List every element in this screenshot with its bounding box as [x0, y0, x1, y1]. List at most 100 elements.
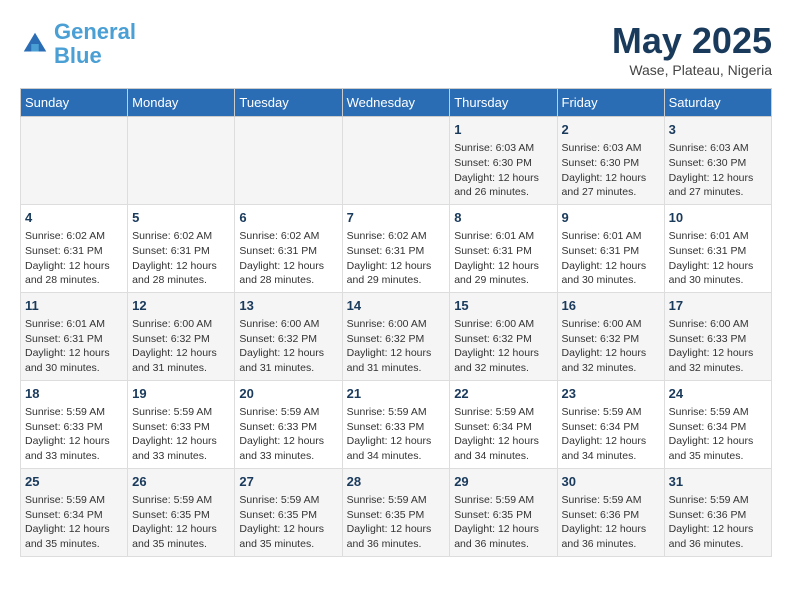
- calendar-cell: 27Sunrise: 5:59 AM Sunset: 6:35 PM Dayli…: [235, 468, 342, 556]
- logo-text: General Blue: [54, 20, 136, 68]
- calendar-cell: 6 Sunrise: 6:02 AM Sunset: 6:31 PM Daylig…: [235, 204, 342, 292]
- calendar-cell: 10Sunrise: 6:01 AM Sunset: 6:31 PM Dayli…: [664, 204, 771, 292]
- day-number: 6: [239, 209, 337, 227]
- day-info: Sunrise: 5:59 AM Sunset: 6:33 PM Dayligh…: [347, 405, 446, 464]
- title-section: May 2025 Wase, Plateau, Nigeria: [612, 20, 772, 78]
- calendar-cell: [128, 117, 235, 205]
- day-info: Sunrise: 6:01 AM Sunset: 6:31 PM Dayligh…: [454, 229, 552, 288]
- day-info: Sunrise: 6:03 AM Sunset: 6:30 PM Dayligh…: [669, 141, 767, 200]
- day-info: Sunrise: 6:00 AM Sunset: 6:32 PM Dayligh…: [239, 317, 337, 376]
- calendar-cell: 20Sunrise: 5:59 AM Sunset: 6:33 PM Dayli…: [235, 380, 342, 468]
- day-number: 24: [669, 385, 767, 403]
- day-info: Sunrise: 6:00 AM Sunset: 6:32 PM Dayligh…: [132, 317, 230, 376]
- day-number: 28: [347, 473, 446, 491]
- day-info: Sunrise: 6:02 AM Sunset: 6:31 PM Dayligh…: [347, 229, 446, 288]
- day-number: 16: [562, 297, 660, 315]
- calendar-cell: 26Sunrise: 5:59 AM Sunset: 6:35 PM Dayli…: [128, 468, 235, 556]
- page-header: General Blue May 2025 Wase, Plateau, Nig…: [20, 20, 772, 78]
- calendar-cell: [235, 117, 342, 205]
- day-info: Sunrise: 5:59 AM Sunset: 6:34 PM Dayligh…: [454, 405, 552, 464]
- calendar-cell: 23Sunrise: 5:59 AM Sunset: 6:34 PM Dayli…: [557, 380, 664, 468]
- day-info: Sunrise: 5:59 AM Sunset: 6:35 PM Dayligh…: [454, 493, 552, 552]
- calendar-cell: 9 Sunrise: 6:01 AM Sunset: 6:31 PM Daylig…: [557, 204, 664, 292]
- calendar-table: SundayMondayTuesdayWednesdayThursdayFrid…: [20, 88, 772, 557]
- day-number: 14: [347, 297, 446, 315]
- day-number: 25: [25, 473, 123, 491]
- day-info: Sunrise: 6:02 AM Sunset: 6:31 PM Dayligh…: [132, 229, 230, 288]
- calendar-cell: 18 Sunrise: 5:59 AM Sunset: 6:33 PM Dayli…: [21, 380, 128, 468]
- day-info: Sunrise: 5:59 AM Sunset: 6:33 PM Dayligh…: [25, 405, 123, 464]
- day-number: 10: [669, 209, 767, 227]
- day-number: 26: [132, 473, 230, 491]
- day-info: Sunrise: 5:59 AM Sunset: 6:33 PM Dayligh…: [239, 405, 337, 464]
- day-info: Sunrise: 6:00 AM Sunset: 6:33 PM Dayligh…: [669, 317, 767, 376]
- calendar-week-row: 4 Sunrise: 6:02 AM Sunset: 6:31 PM Daylig…: [21, 204, 772, 292]
- day-info: Sunrise: 6:02 AM Sunset: 6:31 PM Dayligh…: [239, 229, 337, 288]
- day-info: Sunrise: 6:00 AM Sunset: 6:32 PM Dayligh…: [562, 317, 660, 376]
- calendar-cell: [21, 117, 128, 205]
- calendar-cell: 29 Sunrise: 5:59 AM Sunset: 6:35 PM Dayli…: [450, 468, 557, 556]
- calendar-cell: 4 Sunrise: 6:02 AM Sunset: 6:31 PM Daylig…: [21, 204, 128, 292]
- day-number: 3: [669, 121, 767, 139]
- day-number: 18: [25, 385, 123, 403]
- day-info: Sunrise: 6:03 AM Sunset: 6:30 PM Dayligh…: [454, 141, 552, 200]
- calendar-cell: [342, 117, 450, 205]
- day-number: 2: [562, 121, 660, 139]
- day-number: 4: [25, 209, 123, 227]
- day-number: 9: [562, 209, 660, 227]
- calendar-cell: 13Sunrise: 6:00 AM Sunset: 6:32 PM Dayli…: [235, 292, 342, 380]
- calendar-week-row: 11Sunrise: 6:01 AM Sunset: 6:31 PM Dayli…: [21, 292, 772, 380]
- day-info: Sunrise: 6:02 AM Sunset: 6:31 PM Dayligh…: [25, 229, 123, 288]
- day-info: Sunrise: 6:01 AM Sunset: 6:31 PM Dayligh…: [562, 229, 660, 288]
- calendar-header-row: SundayMondayTuesdayWednesdayThursdayFrid…: [21, 89, 772, 117]
- calendar-week-row: 1 Sunrise: 6:03 AM Sunset: 6:30 PM Daylig…: [21, 117, 772, 205]
- day-info: Sunrise: 5:59 AM Sunset: 6:35 PM Dayligh…: [347, 493, 446, 552]
- calendar-cell: 19 Sunrise: 5:59 AM Sunset: 6:33 PM Dayli…: [128, 380, 235, 468]
- calendar-cell: 5 Sunrise: 6:02 AM Sunset: 6:31 PM Daylig…: [128, 204, 235, 292]
- calendar-cell: 14 Sunrise: 6:00 AM Sunset: 6:32 PM Dayli…: [342, 292, 450, 380]
- day-info: Sunrise: 5:59 AM Sunset: 6:36 PM Dayligh…: [562, 493, 660, 552]
- day-number: 31: [669, 473, 767, 491]
- day-info: Sunrise: 5:59 AM Sunset: 6:36 PM Dayligh…: [669, 493, 767, 552]
- day-info: Sunrise: 5:59 AM Sunset: 6:34 PM Dayligh…: [25, 493, 123, 552]
- calendar-cell: 22 Sunrise: 5:59 AM Sunset: 6:34 PM Dayli…: [450, 380, 557, 468]
- day-info: Sunrise: 5:59 AM Sunset: 6:34 PM Dayligh…: [669, 405, 767, 464]
- day-number: 1: [454, 121, 552, 139]
- calendar-cell: 3 Sunrise: 6:03 AM Sunset: 6:30 PM Daylig…: [664, 117, 771, 205]
- calendar-cell: 11Sunrise: 6:01 AM Sunset: 6:31 PM Dayli…: [21, 292, 128, 380]
- col-header-monday: Monday: [128, 89, 235, 117]
- day-info: Sunrise: 5:59 AM Sunset: 6:35 PM Dayligh…: [239, 493, 337, 552]
- day-info: Sunrise: 5:59 AM Sunset: 6:34 PM Dayligh…: [562, 405, 660, 464]
- day-info: Sunrise: 5:59 AM Sunset: 6:33 PM Dayligh…: [132, 405, 230, 464]
- day-number: 19: [132, 385, 230, 403]
- day-number: 12: [132, 297, 230, 315]
- calendar-cell: 17 Sunrise: 6:00 AM Sunset: 6:33 PM Dayli…: [664, 292, 771, 380]
- calendar-cell: 1 Sunrise: 6:03 AM Sunset: 6:30 PM Daylig…: [450, 117, 557, 205]
- calendar-cell: 24 Sunrise: 5:59 AM Sunset: 6:34 PM Dayli…: [664, 380, 771, 468]
- day-number: 30: [562, 473, 660, 491]
- calendar-cell: 15Sunrise: 6:00 AM Sunset: 6:32 PM Dayli…: [450, 292, 557, 380]
- calendar-cell: 31 Sunrise: 5:59 AM Sunset: 6:36 PM Dayli…: [664, 468, 771, 556]
- day-info: Sunrise: 6:03 AM Sunset: 6:30 PM Dayligh…: [562, 141, 660, 200]
- calendar-cell: 8 Sunrise: 6:01 AM Sunset: 6:31 PM Daylig…: [450, 204, 557, 292]
- calendar-week-row: 25 Sunrise: 5:59 AM Sunset: 6:34 PM Dayli…: [21, 468, 772, 556]
- day-number: 15: [454, 297, 552, 315]
- day-number: 8: [454, 209, 552, 227]
- day-number: 17: [669, 297, 767, 315]
- col-header-thursday: Thursday: [450, 89, 557, 117]
- day-info: Sunrise: 6:00 AM Sunset: 6:32 PM Dayligh…: [347, 317, 446, 376]
- col-header-wednesday: Wednesday: [342, 89, 450, 117]
- day-number: 29: [454, 473, 552, 491]
- day-number: 22: [454, 385, 552, 403]
- calendar-cell: 2 Sunrise: 6:03 AM Sunset: 6:30 PM Daylig…: [557, 117, 664, 205]
- day-number: 11: [25, 297, 123, 315]
- calendar-cell: 28 Sunrise: 5:59 AM Sunset: 6:35 PM Dayli…: [342, 468, 450, 556]
- calendar-cell: 7Sunrise: 6:02 AM Sunset: 6:31 PM Daylig…: [342, 204, 450, 292]
- day-number: 5: [132, 209, 230, 227]
- calendar-cell: 16 Sunrise: 6:00 AM Sunset: 6:32 PM Dayli…: [557, 292, 664, 380]
- col-header-sunday: Sunday: [21, 89, 128, 117]
- calendar-cell: 30 Sunrise: 5:59 AM Sunset: 6:36 PM Dayli…: [557, 468, 664, 556]
- calendar-cell: 12 Sunrise: 6:00 AM Sunset: 6:32 PM Dayli…: [128, 292, 235, 380]
- col-header-saturday: Saturday: [664, 89, 771, 117]
- location-subtitle: Wase, Plateau, Nigeria: [612, 62, 772, 78]
